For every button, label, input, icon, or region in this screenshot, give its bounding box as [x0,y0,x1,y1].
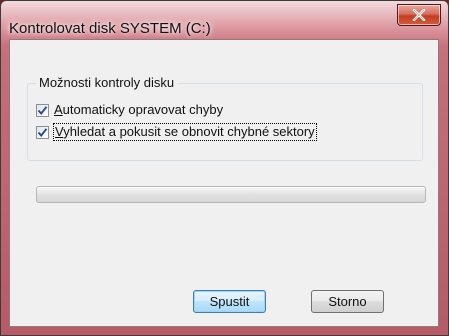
checkmark-icon [37,105,48,115]
auto-fix-checkbox-row[interactable]: Automaticky opravovat chyby [36,102,223,118]
auto-fix-checkbox[interactable] [36,103,49,117]
start-button[interactable]: Spustit [193,290,266,313]
scan-sectors-checkbox[interactable] [36,125,49,139]
dialog-body: Možnosti kontroly disku Automaticky opra… [9,39,439,327]
title-bar[interactable]: Kontrolovat disk SYSTEM (C:) [1,1,448,39]
scan-sectors-label: Vyhledat a pokusit se obnovit chybné sek… [53,123,317,141]
progress-bar [36,186,426,203]
cancel-button[interactable]: Storno [311,290,384,313]
auto-fix-label: Automaticky opravovat chyby [54,102,224,117]
scan-sectors-checkbox-row[interactable]: Vyhledat a pokusit se obnovit chybné sek… [36,123,317,141]
checkmark-icon [37,127,48,137]
window-title: Kontrolovat disk SYSTEM (C:) [9,20,211,37]
close-button[interactable] [397,4,441,26]
close-x-icon [412,9,426,21]
options-groupbox: Možnosti kontroly disku Automaticky opra… [27,75,423,161]
dialog-window: Kontrolovat disk SYSTEM (C:) Možnosti ko… [0,0,449,336]
options-group-label: Možnosti kontroly disku [36,75,178,91]
